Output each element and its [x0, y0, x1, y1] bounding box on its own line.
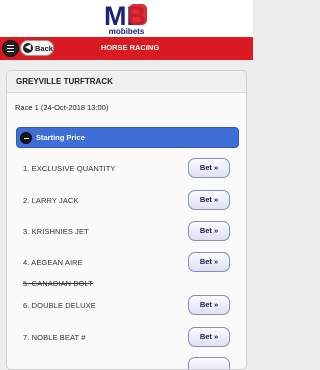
menu-icon[interactable] — [2, 40, 19, 57]
mobibets-logo: MB — [103, 2, 149, 28]
runner-name: 6. DOUBLE DELUXE — [23, 301, 96, 310]
top-nav-bar: ◀ Back HORSE RACING — [0, 37, 253, 60]
back-button[interactable]: ◀ Back — [20, 40, 54, 56]
minus-circle-icon — [20, 132, 32, 144]
bet-button[interactable]: Bet » — [188, 295, 230, 315]
bet-button[interactable]: Bet » — [188, 190, 230, 210]
runner-name: 3. KRISHNIES JET — [23, 227, 89, 236]
runner-name: 2. LARRY JACK — [23, 196, 79, 205]
runner-name: 7. NOBLE BEAT # — [23, 333, 86, 342]
header-logo-bar: MB mobibets — [0, 0, 253, 37]
bet-button[interactable]: Bet » — [188, 158, 230, 178]
race-card: GREYVILLE TURFTRACK Race 1 (24-Oct-2018 … — [6, 70, 247, 370]
back-button-label: Back — [35, 44, 53, 53]
bet-button[interactable]: Bet » — [188, 252, 230, 272]
runner-name: 4. AEGEAN AIRE — [23, 258, 83, 267]
bet-button-partial[interactable] — [188, 357, 230, 369]
venue-header: GREYVILLE TURFTRACK — [7, 71, 246, 93]
starting-price-toggle[interactable]: Starting Price — [16, 127, 239, 148]
bet-button[interactable]: Bet » — [188, 327, 230, 347]
logo-wordmark: mobibets — [108, 27, 145, 36]
starting-price-label: Starting Price — [36, 133, 85, 142]
runner-name: 1. EXCLUSIVE QUANTITY — [23, 164, 116, 173]
back-arrow-icon: ◀ — [23, 43, 33, 53]
runner-name-scratched: 5. CANADIAN BOLT — [23, 279, 93, 288]
bet-button[interactable]: Bet » — [188, 221, 230, 241]
race-title: Race 1 (24-Oct-2018 13:00) — [15, 103, 109, 112]
page-title: HORSE RACING — [100, 43, 160, 52]
